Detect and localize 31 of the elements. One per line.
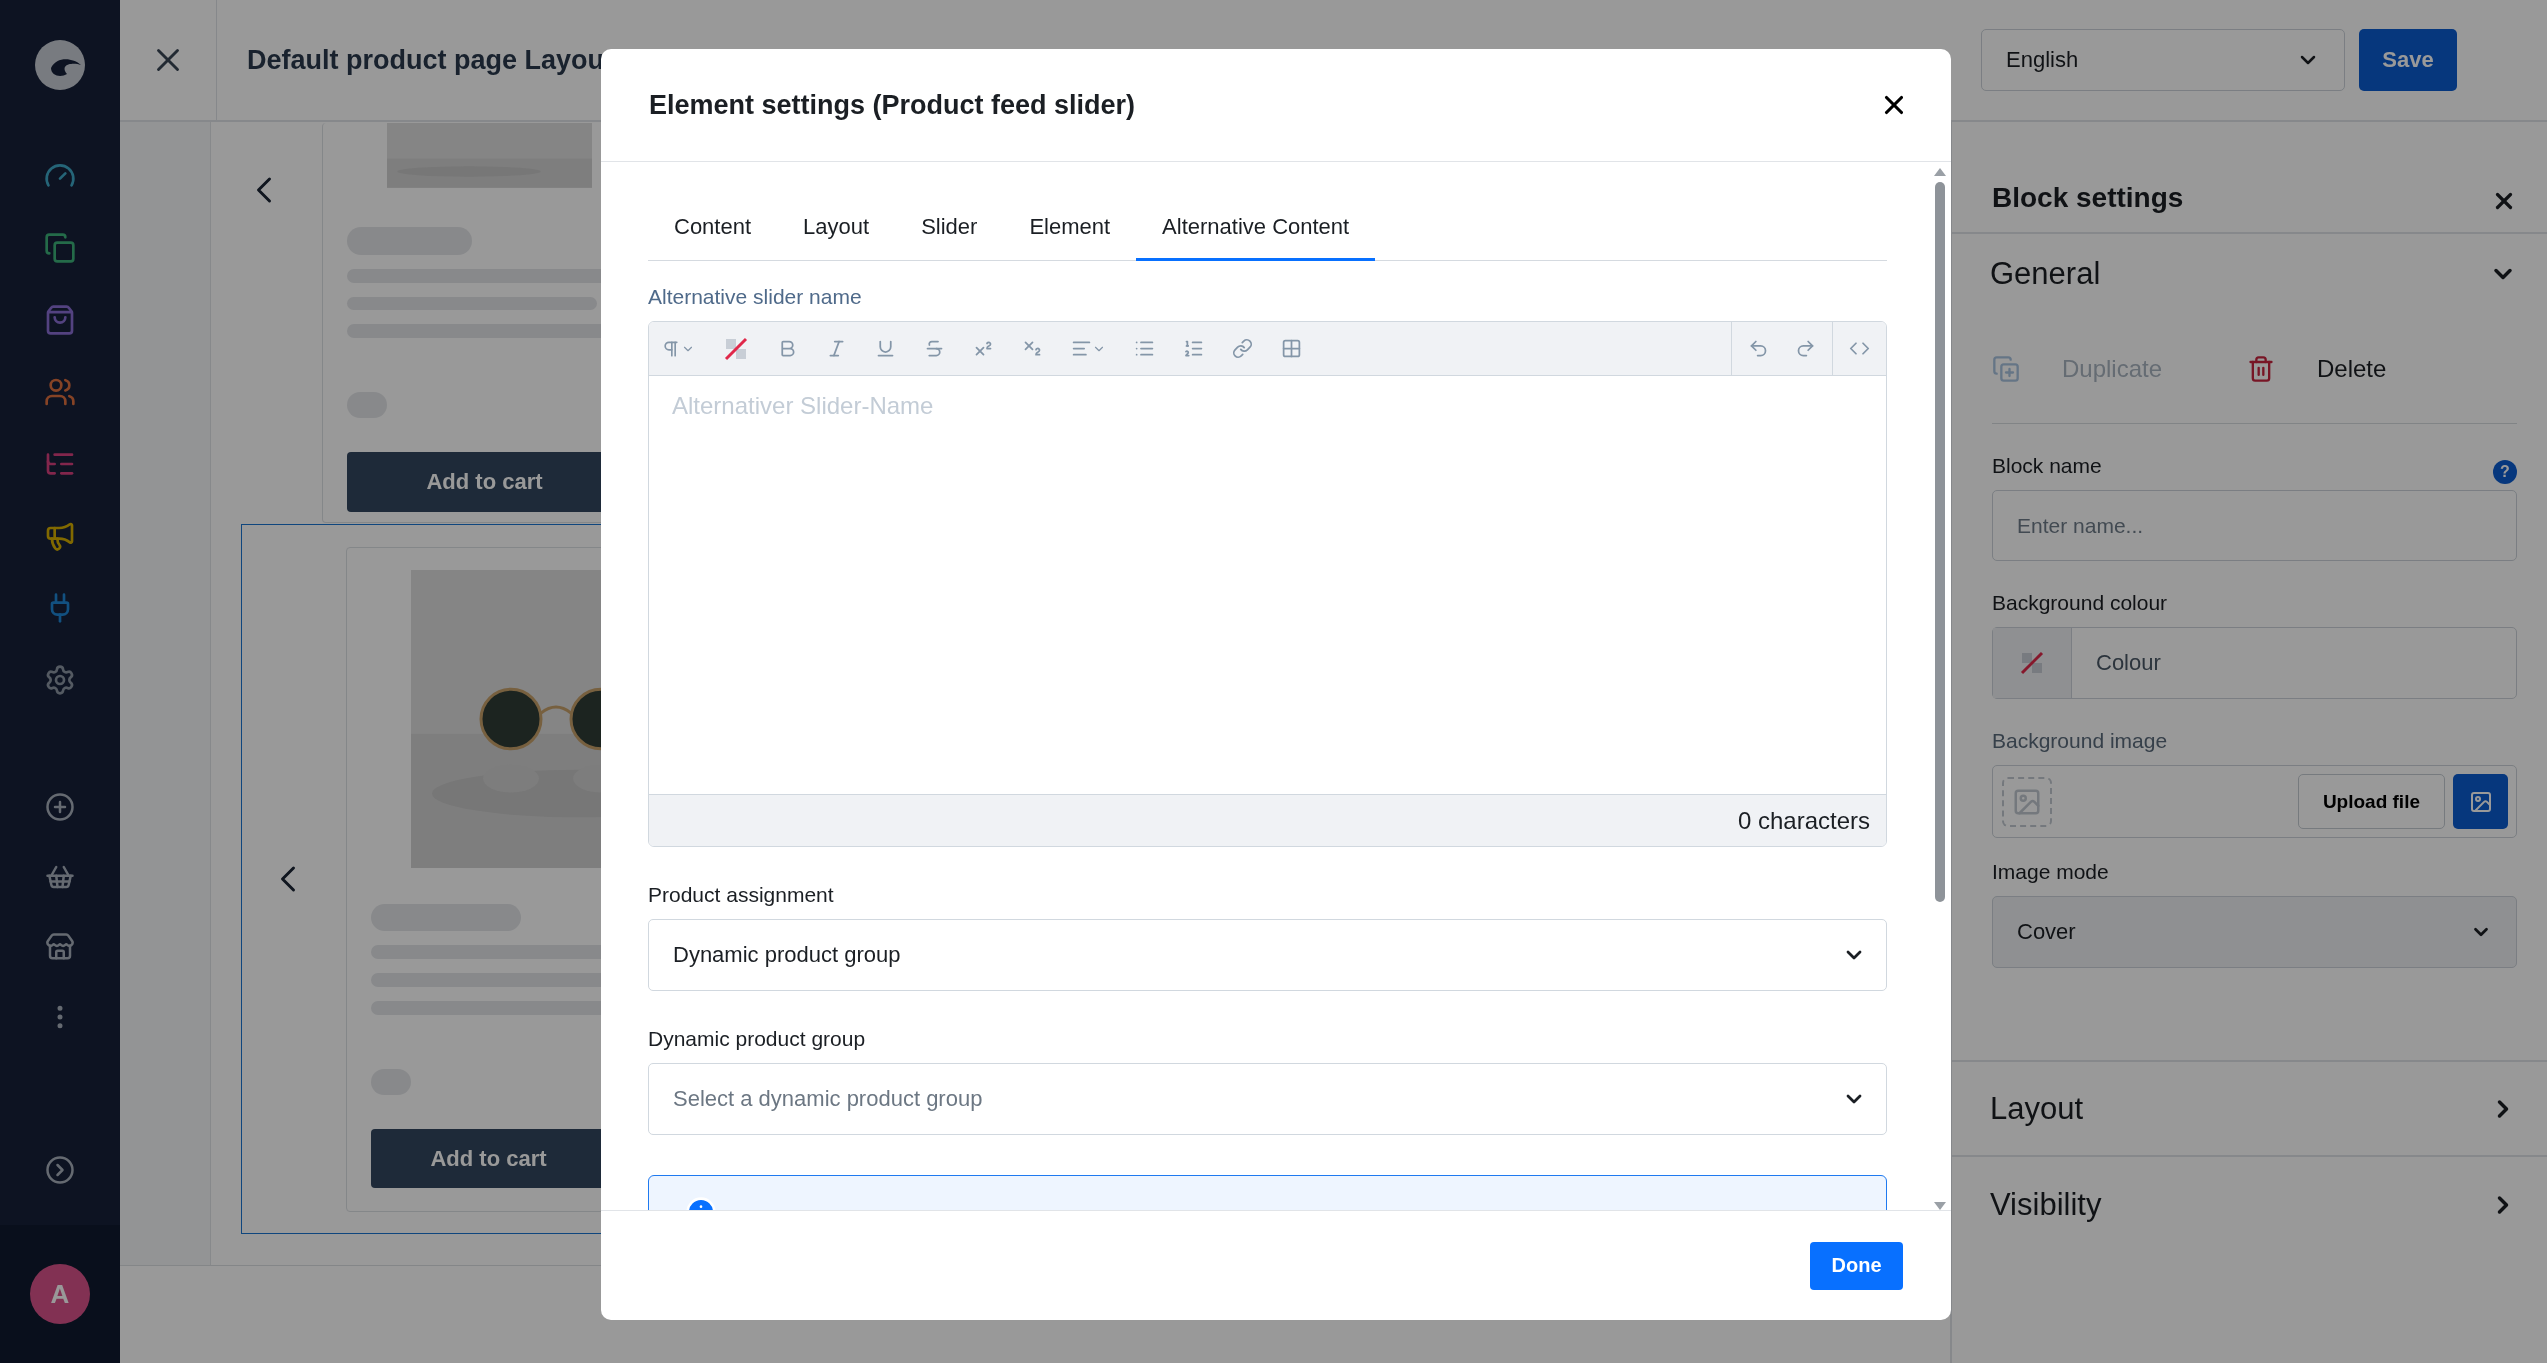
save-button[interactable]: Save bbox=[2359, 29, 2457, 91]
colour-field[interactable]: Colour bbox=[1992, 627, 2517, 699]
panel-title: Block settings bbox=[1992, 182, 2184, 214]
help-icon[interactable]: ? bbox=[2493, 460, 2517, 484]
field-label: Background image bbox=[1992, 729, 2169, 753]
field-label: Product assignment bbox=[648, 883, 835, 907]
modal-title: Element settings (Product feed slider) bbox=[649, 89, 1136, 121]
language-select[interactable]: English bbox=[1981, 29, 2345, 91]
section-header[interactable]: Visibility bbox=[1952, 1157, 2547, 1252]
field-label: Background colour bbox=[1992, 591, 2169, 615]
tab[interactable]: Element bbox=[1003, 204, 1137, 261]
field-label: Image mode bbox=[1992, 860, 2110, 884]
done-button[interactable]: Done bbox=[1810, 1241, 1903, 1290]
tab[interactable]: Slider bbox=[895, 204, 1004, 261]
tab[interactable]: Layout bbox=[777, 204, 896, 261]
select-field[interactable]: Dynamic product group bbox=[648, 919, 1887, 991]
tab[interactable]: Content bbox=[648, 204, 778, 261]
field-label: Block name bbox=[1992, 454, 2102, 478]
section-header[interactable]: Layout bbox=[1952, 1060, 2547, 1157]
field-label: Alternative slider name bbox=[648, 285, 863, 309]
page-title: Default product page Layou bbox=[247, 44, 605, 76]
select-field[interactable]: Select a dynamic product group bbox=[648, 1063, 1887, 1135]
field-label: Dynamic product group bbox=[648, 1027, 867, 1051]
colour-input[interactable]: Colour bbox=[2072, 628, 2516, 698]
upload-button[interactable]: Upload file bbox=[2297, 774, 2445, 829]
rich-text-editor[interactable]: Alternativer Slider-Name 0 characters bbox=[648, 321, 1887, 847]
block-name-input[interactable]: Enter name... bbox=[1992, 490, 2517, 561]
section-header[interactable]: General bbox=[1952, 234, 2547, 314]
tab[interactable]: Alternative Content bbox=[1136, 204, 1376, 261]
character-count: 0 characters bbox=[1737, 806, 1870, 835]
delete-button[interactable]: Delete bbox=[2247, 354, 2497, 383]
